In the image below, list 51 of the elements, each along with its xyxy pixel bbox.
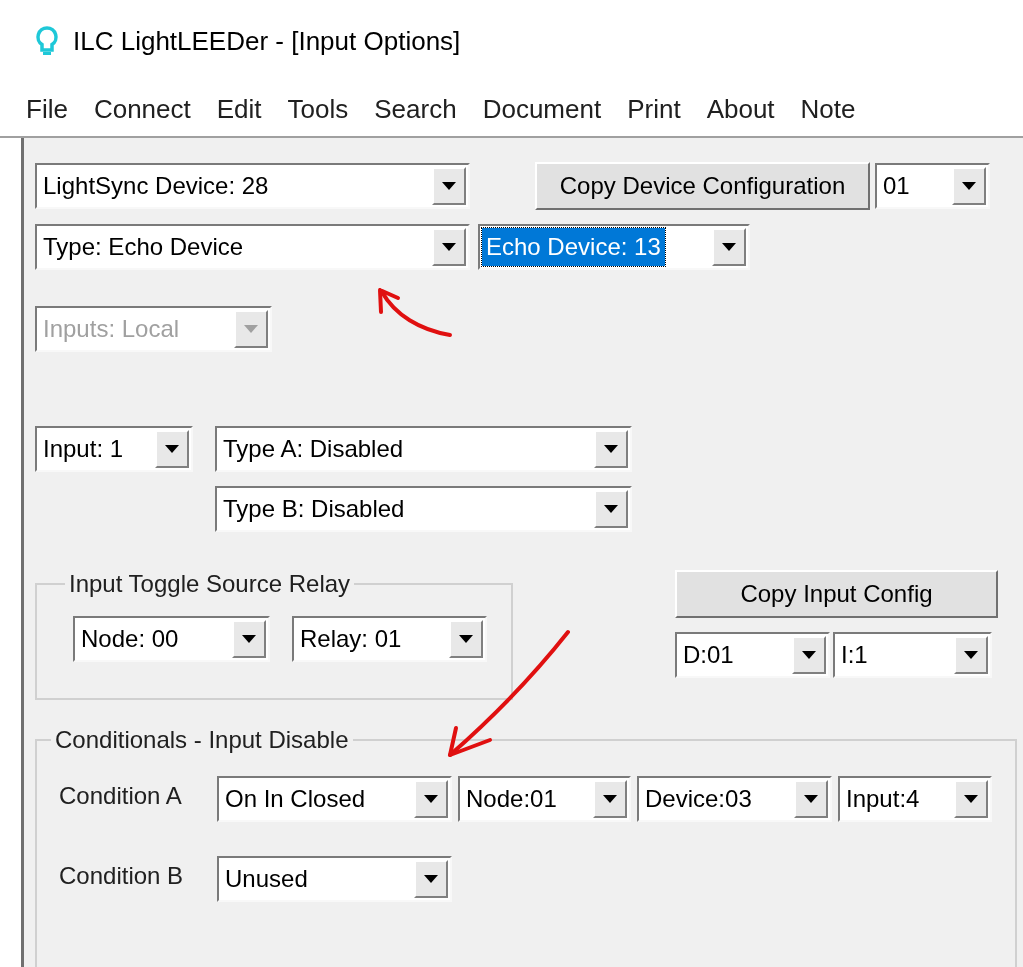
- caret-icon: [712, 228, 746, 266]
- menu-item[interactable]: Connect: [93, 89, 191, 129]
- dropdown[interactable]: LightSync Device: 28: [35, 163, 470, 209]
- dropdown[interactable]: Echo Device: 13: [478, 224, 750, 270]
- window-title: ILC LightLEEDer - [Input Options]: [73, 24, 461, 58]
- dropdown[interactable]: I:1: [833, 632, 992, 678]
- caret-icon: [234, 310, 268, 348]
- field-label: Condition B: [59, 861, 185, 891]
- caret-icon: [593, 780, 627, 818]
- caret-icon: [432, 167, 466, 205]
- menu-item[interactable]: About: [706, 89, 775, 129]
- dropdown[interactable]: D:01: [675, 632, 830, 678]
- dropdown[interactable]: On In Closed: [217, 776, 452, 822]
- dropdown[interactable]: Node: 00: [73, 616, 270, 662]
- caret-icon: [414, 780, 448, 818]
- dropdown[interactable]: Node:01: [458, 776, 631, 822]
- caret-icon: [232, 620, 266, 658]
- dropdown[interactable]: Unused: [217, 856, 452, 902]
- caret-icon: [449, 620, 483, 658]
- dropdown[interactable]: Device:03: [637, 776, 832, 822]
- dropdown[interactable]: 01: [875, 163, 990, 209]
- dropdown[interactable]: Relay: 01: [292, 616, 487, 662]
- menu-item[interactable]: Tools: [287, 89, 349, 129]
- caret-icon: [594, 430, 628, 468]
- group-title: Input Toggle Source Relay: [68, 569, 352, 599]
- menu-item[interactable]: Search: [374, 89, 457, 129]
- caret-icon: [952, 167, 986, 205]
- copy-button[interactable]: Copy Input Config: [675, 570, 998, 618]
- dropdown[interactable]: Type A: Disabled: [215, 426, 632, 472]
- caret-icon: [954, 636, 988, 674]
- caret-icon: [594, 490, 628, 528]
- caret-icon: [432, 228, 466, 266]
- menu-item[interactable]: Edit: [216, 89, 262, 129]
- caret-icon: [794, 780, 828, 818]
- lightbulb-icon: [35, 26, 59, 56]
- caret-icon: [954, 780, 988, 818]
- menu-item[interactable]: Document: [482, 89, 602, 129]
- dropdown[interactable]: Type B: Disabled: [215, 486, 632, 532]
- dropdown[interactable]: Type: Echo Device: [35, 224, 470, 270]
- group-title: Conditionals - Input Disable: [54, 725, 350, 755]
- caret-icon: [792, 636, 826, 674]
- menu-item[interactable]: Note: [800, 89, 856, 129]
- field-label: Condition A: [59, 781, 183, 811]
- caret-icon: [155, 430, 189, 468]
- menu-item[interactable]: Print: [627, 89, 681, 129]
- dropdown[interactable]: Input: 1: [35, 426, 193, 472]
- copy-button[interactable]: Copy Device Configuration: [535, 162, 870, 210]
- dropdown[interactable]: Input:4: [838, 776, 992, 822]
- dropdown: Inputs: Local: [35, 306, 272, 352]
- menu-item[interactable]: File: [26, 89, 68, 129]
- caret-icon: [414, 860, 448, 898]
